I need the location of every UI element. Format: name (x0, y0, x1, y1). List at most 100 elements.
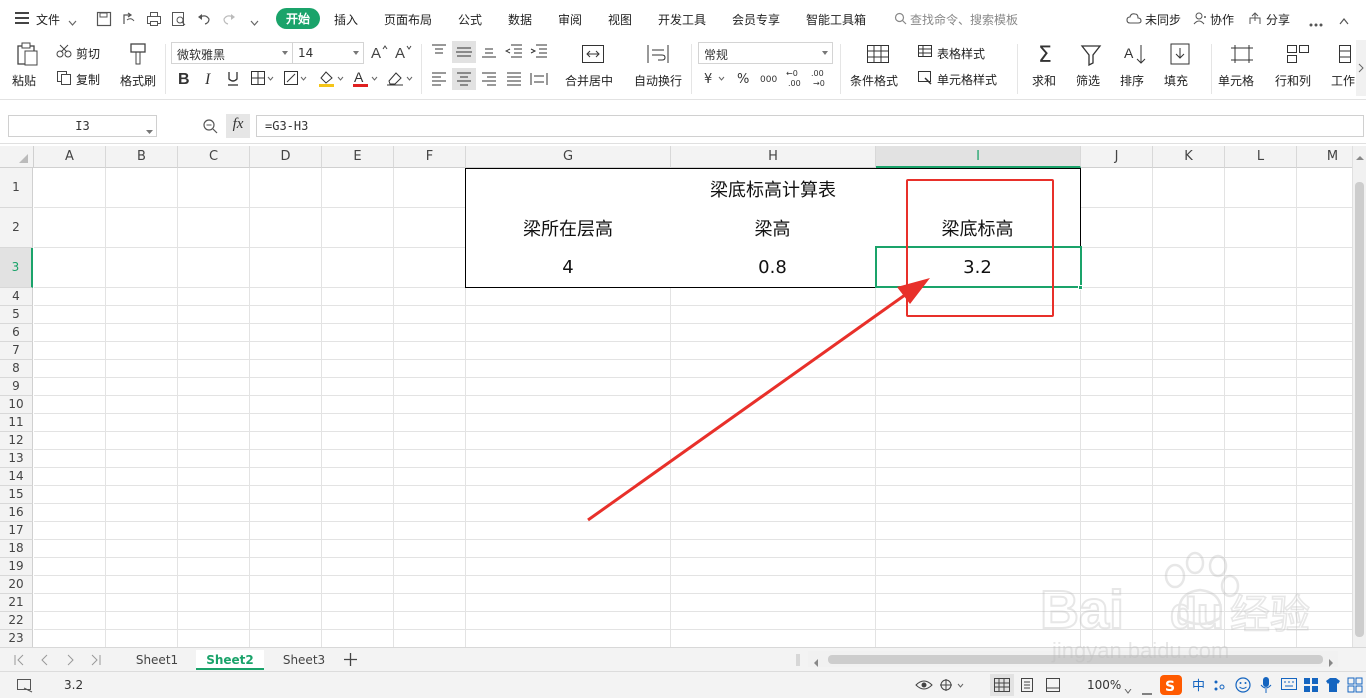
collaborate-icon[interactable] (1193, 12, 1207, 28)
header-cell-h2[interactable]: 梁高 (670, 208, 876, 248)
row-header-7[interactable]: 7 (0, 342, 33, 360)
row-header-6[interactable]: 6 (0, 324, 33, 342)
undo-icon[interactable] (196, 11, 212, 30)
row-header-2[interactable]: 2 (0, 208, 33, 248)
font-size-select[interactable]: 14 (292, 42, 364, 64)
thousands-separator-icon[interactable]: 000 (760, 70, 780, 89)
align-bottom-icon[interactable] (481, 44, 497, 61)
quick-access-dropdown-icon[interactable] (250, 15, 259, 29)
value-cell-h3[interactable]: 0.8 (670, 247, 876, 288)
zoom-level[interactable]: 100% (1087, 678, 1121, 692)
vertical-scrollbar[interactable] (1352, 146, 1366, 647)
ime-more-icon[interactable] (1347, 677, 1363, 696)
command-search[interactable]: 查找命令、搜索模板 (910, 11, 1018, 28)
copy-button[interactable]: 复制 (76, 71, 100, 88)
ime-tools-icon[interactable] (1303, 677, 1319, 696)
cut-button[interactable]: 剪切 (76, 45, 100, 62)
percent-icon[interactable]: % (737, 70, 753, 89)
menu-tab-page-layout[interactable]: 页面布局 (384, 11, 432, 28)
row-header-22[interactable]: 22 (0, 612, 33, 630)
cell-icon[interactable] (1230, 44, 1253, 66)
more-icon[interactable] (1309, 16, 1323, 30)
fill-pattern-icon[interactable] (283, 70, 307, 89)
font-color-icon[interactable]: A (352, 69, 378, 90)
menu-tab-data[interactable]: 数据 (508, 11, 532, 28)
fill-color-icon[interactable] (318, 69, 344, 90)
zoom-search-icon[interactable] (202, 118, 218, 137)
column-header-a[interactable]: A (34, 146, 106, 168)
column-header-f[interactable]: F (394, 146, 466, 168)
tab-split-handle-icon[interactable] (796, 654, 800, 669)
column-header-l[interactable]: L (1225, 146, 1297, 168)
cell-style-icon[interactable] (917, 70, 933, 88)
next-sheet-icon[interactable] (67, 654, 75, 669)
share-icon[interactable] (1248, 12, 1262, 28)
vertical-scroll-thumb[interactable] (1355, 182, 1364, 637)
collaborate-button[interactable]: 协作 (1210, 11, 1234, 28)
menu-tab-insert[interactable]: 插入 (334, 11, 358, 28)
ime-chinese-icon[interactable]: 中 (1192, 677, 1208, 696)
column-header-e[interactable]: E (322, 146, 394, 168)
clear-format-icon[interactable] (386, 69, 414, 90)
fill-icon[interactable] (1169, 42, 1191, 65)
fill-handle[interactable] (1078, 285, 1083, 290)
row-header-8[interactable]: 8 (0, 360, 33, 378)
ime-voice-icon[interactable] (1260, 677, 1272, 696)
row-header-16[interactable]: 16 (0, 504, 33, 522)
align-top-icon[interactable] (431, 44, 447, 61)
row-header-5[interactable]: 5 (0, 306, 33, 324)
menu-tab-view[interactable]: 视图 (608, 11, 632, 28)
decrease-indent-icon[interactable] (504, 44, 523, 61)
sync-status[interactable]: 未同步 (1145, 11, 1181, 28)
wrap-text-icon[interactable] (646, 44, 669, 66)
zoom-out-icon[interactable] (1142, 684, 1152, 698)
eye-protection-icon[interactable] (915, 678, 933, 695)
merge-center-icon[interactable] (581, 44, 604, 66)
column-header-k[interactable]: K (1153, 146, 1225, 168)
sum-button[interactable]: 求和 (1032, 72, 1056, 89)
row-header-9[interactable]: 9 (0, 378, 33, 396)
scroll-left-icon[interactable] (813, 656, 819, 670)
sort-icon[interactable]: A (1123, 42, 1146, 64)
redo-icon[interactable] (221, 11, 237, 30)
formula-input[interactable]: =G3-H3 (256, 115, 1364, 137)
align-left-icon[interactable] (431, 72, 447, 89)
normal-view-icon[interactable] (990, 674, 1014, 696)
row-column-icon[interactable] (1286, 44, 1309, 66)
column-header-h[interactable]: H (671, 146, 876, 168)
sheet-tab-sheet3[interactable]: Sheet3 (268, 650, 340, 670)
row-header-18[interactable]: 18 (0, 540, 33, 558)
column-header-m[interactable]: M (1297, 146, 1352, 168)
increase-font-icon[interactable]: A (371, 44, 389, 63)
number-format-select[interactable]: 常规 (698, 42, 833, 64)
column-header-i[interactable]: I (876, 146, 1081, 168)
borders-icon[interactable] (250, 70, 274, 89)
header-cell-g2[interactable]: 梁所在层高 (465, 208, 671, 248)
prev-sheet-icon[interactable] (40, 654, 48, 669)
name-box[interactable]: I3 (8, 115, 157, 137)
select-all-corner-icon[interactable] (0, 146, 34, 168)
row-header-10[interactable]: 10 (0, 396, 33, 414)
copy-icon[interactable] (56, 70, 72, 88)
merge-center-button[interactable]: 合并居中 (565, 72, 613, 89)
sum-icon[interactable]: Σ (1036, 42, 1058, 68)
row-header-14[interactable]: 14 (0, 468, 33, 486)
column-header-c[interactable]: C (178, 146, 250, 168)
file-menu[interactable]: 文件 (36, 11, 60, 28)
underline-icon[interactable] (226, 70, 240, 89)
save-icon[interactable] (96, 11, 112, 30)
cell-style-button[interactable]: 单元格样式 (937, 71, 997, 88)
row-header-1[interactable]: 1 (0, 168, 33, 208)
menu-tab-developer[interactable]: 开发工具 (658, 11, 706, 28)
row-header-11[interactable]: 11 (0, 414, 33, 432)
menu-tab-smart-tools[interactable]: 智能工具箱 (806, 11, 866, 28)
add-sheet-icon[interactable] (344, 653, 357, 669)
export-icon[interactable] (121, 11, 137, 30)
zoom-dropdown-icon[interactable] (1124, 683, 1132, 697)
menu-tab-review[interactable]: 审阅 (558, 11, 582, 28)
row-header-3[interactable]: 3 (0, 248, 33, 288)
ime-keyboard-icon[interactable] (1281, 678, 1297, 693)
format-painter-button[interactable]: 格式刷 (120, 72, 156, 89)
value-cell-g3[interactable]: 4 (465, 247, 671, 288)
menu-tab-member[interactable]: 会员专享 (732, 11, 780, 28)
